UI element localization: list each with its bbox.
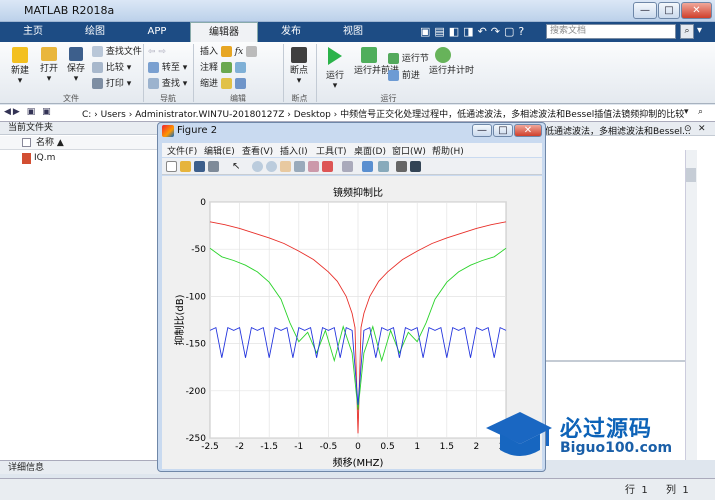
- y-tick-label: -150: [186, 340, 207, 350]
- x-tick-label: 0.5: [380, 442, 394, 452]
- y-tick-label: 0: [200, 198, 206, 208]
- x-tick-label: 1: [414, 442, 420, 452]
- x-axis-label: 频移(MHZ): [333, 456, 384, 469]
- y-tick-label: -50: [191, 245, 206, 255]
- watermark-url: Biguo100.com: [560, 440, 673, 456]
- y-tick-labels: 0 -50 -100 -150 -200 -250: [186, 198, 207, 444]
- x-tick-label: 2: [474, 442, 480, 452]
- y-tick-label: -200: [186, 387, 207, 397]
- x-tick-label: 1.5: [440, 442, 454, 452]
- x-tick-label: -1.5: [260, 442, 278, 452]
- y-axis-label: 抑制比(dB): [173, 294, 186, 345]
- x-tick-label: -2: [235, 442, 244, 452]
- x-tick-label: 0: [355, 442, 361, 452]
- x-tick-label: -1: [294, 442, 303, 452]
- watermark-title: 必过源码: [560, 417, 653, 442]
- y-tick-label: -100: [186, 292, 207, 302]
- chart-title: 镜频抑制比: [333, 186, 383, 199]
- x-tick-labels: -2.5-2-1.5-1-0.500.511.522.5: [201, 442, 513, 452]
- y-tick-label: -250: [186, 434, 207, 444]
- x-tick-label: -0.5: [320, 442, 338, 452]
- graduation-cap-logo-icon: [486, 412, 552, 456]
